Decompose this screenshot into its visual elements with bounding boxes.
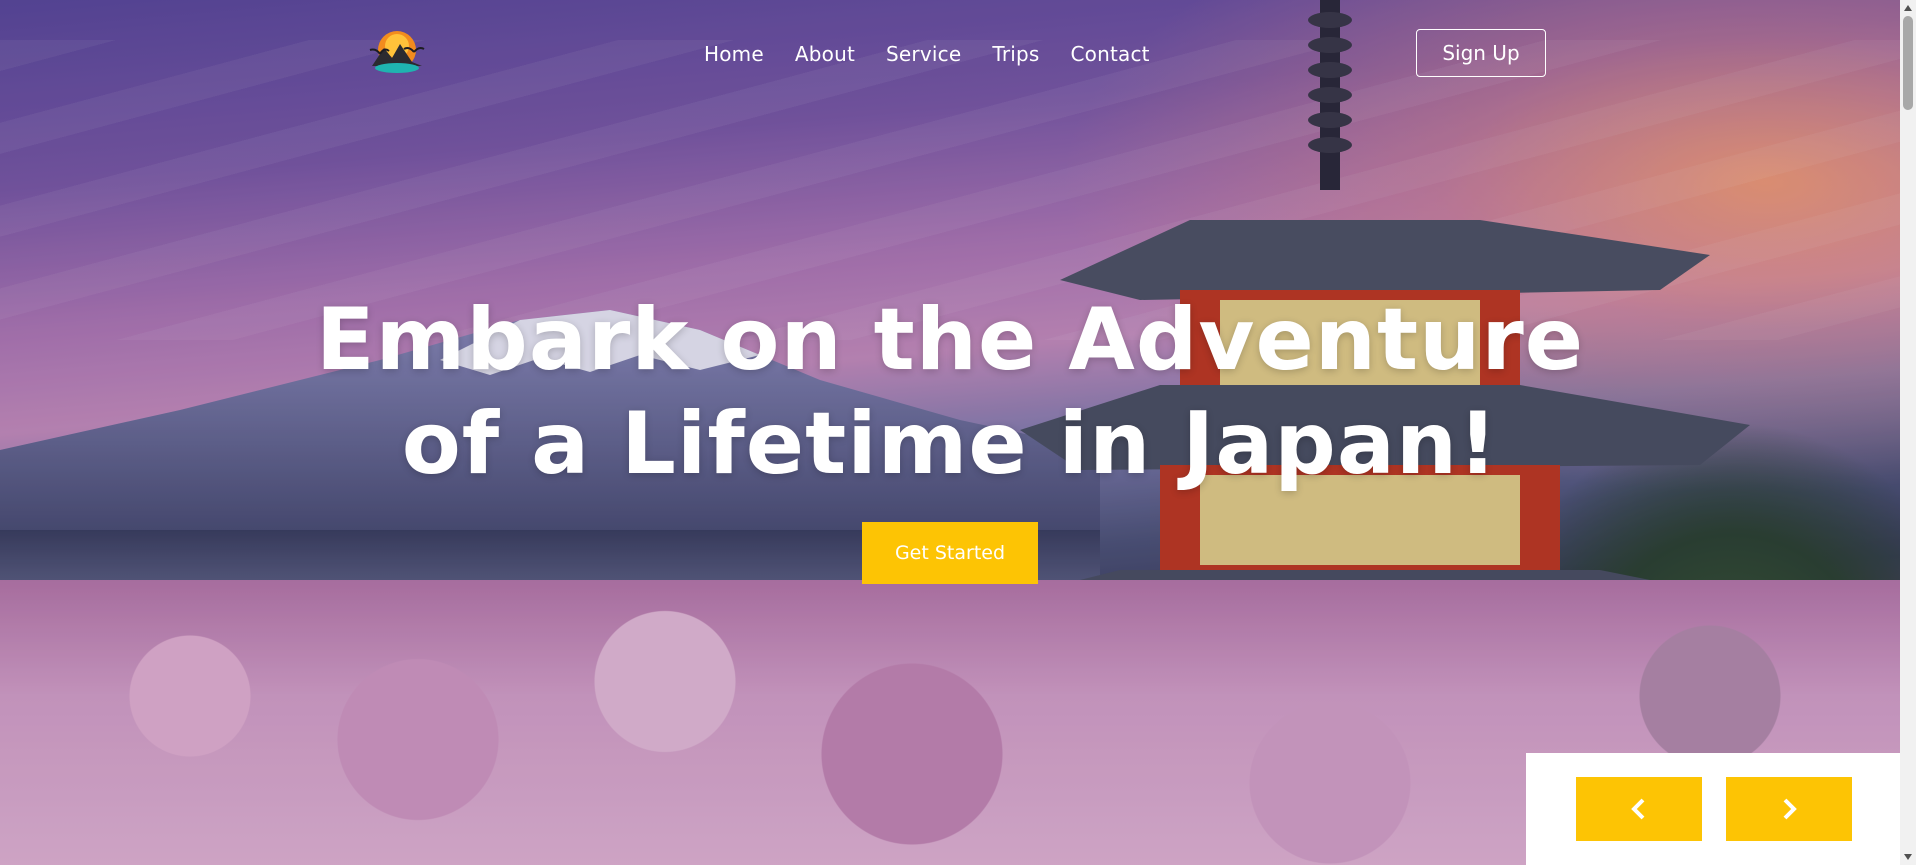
nav-link-trips[interactable]: Trips [992,42,1039,66]
logo-icon[interactable] [366,28,428,76]
page-scrollbar[interactable] [1900,0,1916,865]
scroll-up-arrow-icon[interactable] [1900,0,1916,16]
get-started-button[interactable]: Get Started [862,522,1038,584]
navbar: Home About Service Trips Contact Sign Up [0,0,1900,110]
headline-line-2: of a Lifetime in Japan! [401,394,1499,494]
slider-controls [1526,753,1900,865]
hero-headline: Embark on the Adventure of a Lifetime in… [300,288,1600,496]
slider-prev-button[interactable] [1576,777,1702,841]
nav-link-home[interactable]: Home [704,42,764,66]
nav-link-about[interactable]: About [795,42,855,66]
slider-next-button[interactable] [1726,777,1852,841]
chevron-right-icon [1783,798,1797,820]
chevron-left-icon [1631,798,1645,820]
headline-line-1: Embark on the Adventure [315,290,1585,390]
scroll-down-arrow-icon[interactable] [1900,849,1916,865]
nav-link-contact[interactable]: Contact [1071,42,1150,66]
nav-link-service[interactable]: Service [886,42,961,66]
sign-up-button[interactable]: Sign Up [1416,29,1546,77]
nav-links: Home About Service Trips Contact [704,42,1150,66]
scroll-thumb[interactable] [1903,16,1913,110]
